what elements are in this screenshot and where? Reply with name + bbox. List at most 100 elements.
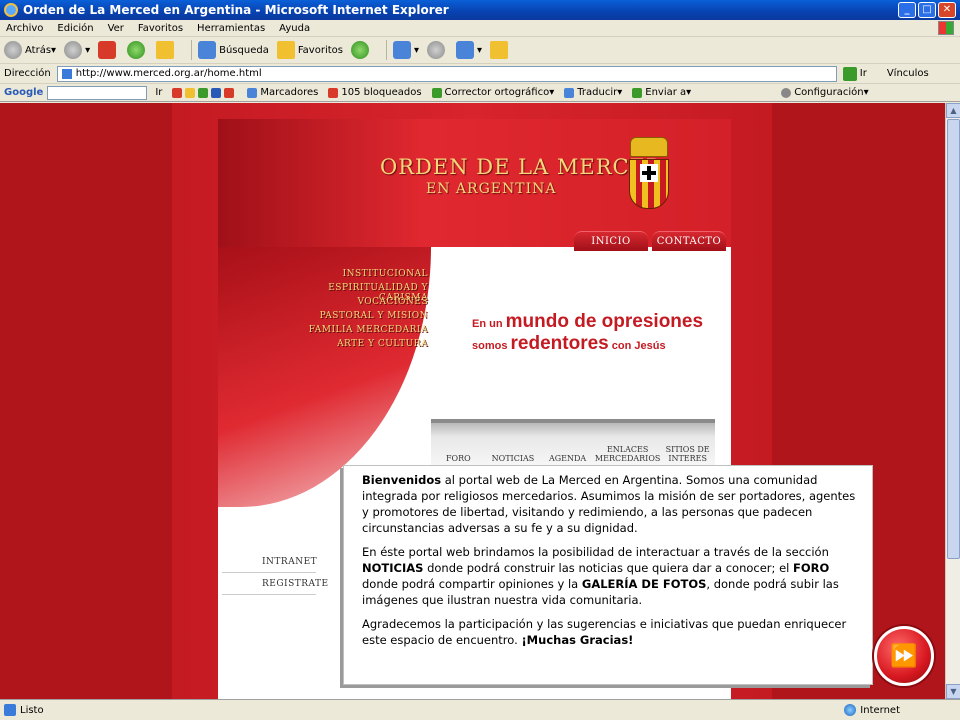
- mail-icon: [172, 87, 183, 98]
- windows-logo-icon: [938, 21, 954, 35]
- security-zone: Internet: [844, 704, 900, 716]
- scroll-up-arrow-icon[interactable]: ▲: [946, 103, 960, 118]
- subnav-enlaces[interactable]: ENLACES MERCEDARIOS: [595, 445, 660, 463]
- welcome-paragraph-3: Agradecemos la participación y las suger…: [362, 617, 847, 647]
- page-status-icon: [4, 704, 16, 716]
- send-icon: [632, 87, 643, 98]
- edit-button[interactable]: ▾: [456, 41, 482, 59]
- toolbar-divider: [191, 40, 193, 60]
- menu-archivo[interactable]: Archivo: [6, 23, 43, 34]
- youtube-icon: [224, 87, 235, 98]
- next-button[interactable]: ⏩: [874, 626, 934, 686]
- search-button[interactable]: Búsqueda: [198, 41, 269, 59]
- mail-button[interactable]: ▾: [392, 41, 419, 59]
- home-button[interactable]: [156, 41, 177, 59]
- address-input[interactable]: http://www.merced.org.ar/home.html: [56, 65, 837, 82]
- menu-espiritualidad[interactable]: ESPIRITUALIDAD Y CARISMA: [288, 283, 428, 303]
- welcome-paragraph-1: Bienvenidos al portal web de La Merced e…: [362, 473, 856, 535]
- address-url: http://www.merced.org.ar/home.html: [75, 68, 262, 79]
- menu-ver[interactable]: Ver: [108, 23, 124, 34]
- research-button[interactable]: [490, 41, 511, 59]
- menu-arte[interactable]: ARTE Y CULTURA: [288, 339, 428, 350]
- menu-herramientas[interactable]: Herramientas: [197, 23, 265, 34]
- menu-favoritos[interactable]: Favoritos: [138, 23, 183, 34]
- close-button[interactable]: ✕: [938, 2, 956, 18]
- window-title: Orden de La Merced en Argentina - Micros…: [23, 3, 449, 17]
- maximize-button[interactable]: □: [918, 2, 936, 18]
- forward-arrow-icon: [64, 41, 83, 59]
- refresh-button[interactable]: [127, 41, 148, 59]
- subnav-foro[interactable]: FORO: [431, 454, 486, 463]
- search-icon: [198, 41, 217, 59]
- menu-institucional[interactable]: INSTITUCIONAL: [288, 269, 428, 280]
- stop-icon: [98, 41, 117, 59]
- subnav-noticias[interactable]: NOTICIAS: [486, 454, 541, 463]
- back-button[interactable]: Atrás ▾: [4, 41, 56, 59]
- check-icon: [198, 87, 209, 98]
- popup-blocker-button[interactable]: 105 bloqueados: [328, 87, 422, 98]
- links-label[interactable]: Vínculos: [887, 68, 929, 79]
- bookmarks-button[interactable]: Marcadores: [247, 87, 318, 98]
- menu-vocaciones[interactable]: VOCACIONES: [288, 297, 428, 308]
- cross-icon: [640, 164, 658, 182]
- check-icon: [431, 87, 442, 98]
- menu-pastoral[interactable]: PASTORAL Y MISION: [288, 311, 428, 322]
- google-toolbar: Google Ir Marcadores 105 bloqueados Corr…: [0, 84, 960, 102]
- star-icon: [276, 41, 295, 59]
- go-arrow-icon: [842, 66, 857, 81]
- minimize-button[interactable]: _: [898, 2, 916, 18]
- site-logo-title[interactable]: ORDEN DE LA MERCED: [380, 155, 664, 179]
- site-logo-subtitle: EN ARGENTINA: [426, 181, 557, 197]
- menu-edicion[interactable]: Edición: [57, 23, 93, 34]
- sub-navigation: FORO NOTICIAS AGENDA ENLACES MERCEDARIOS…: [431, 419, 715, 469]
- window-controls: _ □ ✕: [898, 2, 956, 18]
- subnav-sitios[interactable]: SITIOS DE INTERES: [660, 445, 715, 463]
- coat-of-arms-icon: [626, 137, 672, 211]
- google-search-input[interactable]: [47, 85, 148, 100]
- favorites-button[interactable]: Favoritos: [276, 41, 343, 59]
- toolbar-divider: [385, 40, 387, 60]
- slogan-line2-a: somos: [472, 340, 508, 352]
- slogan-line2-b: redentores: [510, 333, 609, 354]
- forward-button[interactable]: ▾: [64, 41, 90, 59]
- nav-inicio[interactable]: INICIO: [574, 231, 648, 251]
- welcome-text-box: Bienvenidos al portal web de La Merced e…: [343, 465, 873, 685]
- address-bar: Dirección http://www.merced.org.ar/home.…: [0, 64, 960, 84]
- fast-forward-icon: ⏩: [890, 643, 918, 669]
- print-button[interactable]: [427, 41, 448, 59]
- menu-familia[interactable]: FAMILIA MERCEDARIA: [288, 325, 428, 336]
- site-slogan: En un mundo de opresiones somos redentor…: [472, 311, 703, 355]
- translate-button[interactable]: Traducir ▾: [564, 87, 622, 98]
- scroll-down-arrow-icon[interactable]: ▼: [946, 684, 960, 699]
- scroll-thumb[interactable]: [947, 119, 960, 559]
- google-tools-icons[interactable]: [172, 87, 237, 98]
- vertical-scrollbar[interactable]: ▲ ▼: [945, 103, 960, 699]
- translate-icon: [564, 87, 575, 98]
- top-navigation: INICIO CONTACTO: [574, 231, 726, 251]
- send-to-button[interactable]: Enviar a ▾: [632, 87, 691, 98]
- shield-icon: [629, 159, 669, 209]
- mail-icon: [392, 41, 411, 59]
- document-icon: [456, 41, 475, 59]
- spellcheck-button[interactable]: Corrector ortográfico ▾: [431, 87, 554, 98]
- menu-ayuda[interactable]: Ayuda: [279, 23, 310, 34]
- slogan-line1-b: mundo de opresiones: [505, 311, 704, 332]
- circle-icon: [185, 87, 196, 98]
- history-button[interactable]: [350, 41, 372, 59]
- back-arrow-icon: [4, 41, 22, 59]
- menu-bar: Archivo Edición Ver Favoritos Herramient…: [0, 20, 960, 37]
- welcome-paragraph-2: En éste portal web brindamos la posibili…: [362, 545, 839, 607]
- crown-icon: [630, 137, 668, 157]
- stop-button[interactable]: [98, 41, 119, 59]
- subnav-agenda[interactable]: AGENDA: [540, 454, 595, 463]
- printer-icon: [427, 41, 446, 59]
- go-button[interactable]: Ir: [842, 66, 867, 81]
- settings-button[interactable]: Configuración ▾: [781, 87, 869, 98]
- google-go-button[interactable]: Ir: [155, 87, 162, 98]
- refresh-icon: [127, 41, 146, 59]
- history-icon: [350, 41, 369, 59]
- link-registrate[interactable]: REGISTRATE: [222, 573, 328, 595]
- nav-contacto[interactable]: CONTACTO: [652, 231, 726, 251]
- link-intranet[interactable]: INTRANET: [222, 551, 317, 573]
- toolbar: Atrás ▾ ▾ Búsqueda Favoritos ▾ ▾: [0, 37, 960, 64]
